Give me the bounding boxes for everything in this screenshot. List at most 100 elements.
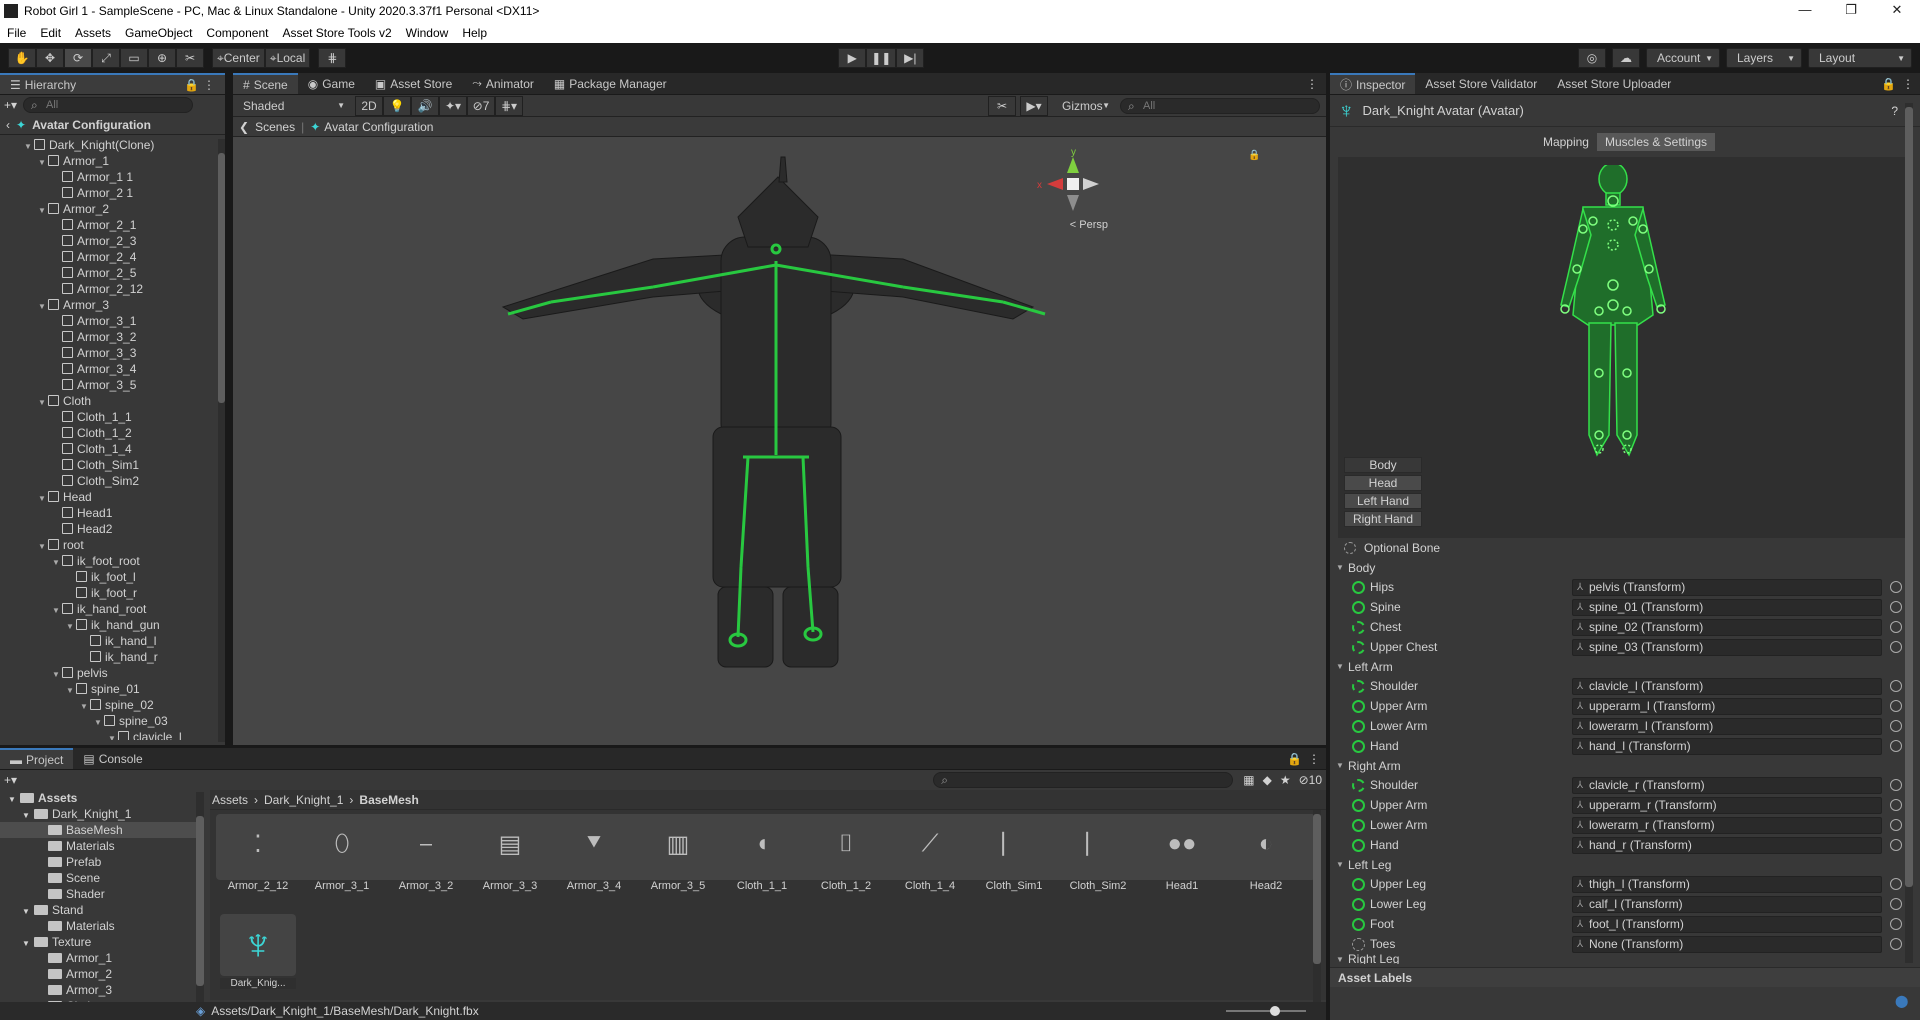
head-button[interactable]: Head (1344, 475, 1422, 491)
project-folder-item[interactable]: Armor_1 (0, 950, 200, 966)
object-picker-icon[interactable] (1890, 898, 1902, 910)
mesh-asset-thumb[interactable]: ⌷ (804, 814, 888, 874)
scene-menu-icon[interactable]: ⋮ (1306, 77, 1318, 91)
mesh-asset-thumb[interactable]: ▥ (636, 814, 720, 874)
hand-tool-icon[interactable]: ✋ (8, 48, 36, 68)
tab-package-manager[interactable]: ▦ Package Manager (544, 73, 677, 94)
hierarchy-item[interactable]: Cloth_1_2 (0, 425, 215, 441)
maximize-icon[interactable]: ❐ (1828, 0, 1874, 22)
pivot-center-button[interactable]: ⌖ Center (212, 48, 265, 68)
mesh-asset-thumb[interactable]: ⎸ (972, 814, 1056, 874)
collab-icon[interactable]: ◎ (1578, 48, 1606, 68)
slider-handle[interactable] (1270, 1006, 1280, 1016)
expand-arrow-icon[interactable]: ▼ (1336, 563, 1348, 572)
breadcrumb-basemesh[interactable]: BaseMesh (359, 793, 418, 807)
bone-group-header[interactable]: ▼ Body (1330, 558, 1920, 577)
project-folder-item[interactable]: Armor_2 (0, 966, 200, 982)
cloud-icon[interactable]: ☁ (1612, 48, 1640, 68)
tab-hierarchy[interactable]: ☰ Hierarchy 🔒 ⋮ (0, 73, 225, 94)
add-icon[interactable]: +▾ (4, 773, 17, 787)
gizmo-lock-icon[interactable]: 🔒 (1248, 150, 1260, 161)
hierarchy-item[interactable]: Armor_2_12 (0, 281, 215, 297)
object-picker-icon[interactable] (1890, 938, 1902, 950)
hierarchy-item[interactable]: Armor_3_2 (0, 329, 215, 345)
mesh-asset-label[interactable]: Head1 (1140, 880, 1224, 892)
mesh-asset-thumb[interactable]: ⁚ (216, 814, 300, 874)
breadcrumb-dark-knight[interactable]: Dark_Knight_1 (264, 793, 343, 807)
move-tool-icon[interactable]: ✥ (36, 48, 64, 68)
hierarchy-scrollbar[interactable] (218, 139, 225, 742)
hierarchy-item[interactable]: Cloth_1_1 (0, 409, 215, 425)
bone-transform-field[interactable]: hand_r (Transform) (1572, 836, 1882, 854)
bone-transform-field[interactable]: lowerarm_r (Transform) (1572, 816, 1882, 834)
scroll-thumb[interactable] (1313, 814, 1321, 964)
project-folder-item[interactable]: Prefab (0, 854, 200, 870)
minimize-icon[interactable]: — (1782, 0, 1828, 22)
object-picker-icon[interactable] (1890, 680, 1902, 692)
object-picker-icon[interactable] (1890, 918, 1902, 930)
project-search-input[interactable] (933, 772, 1234, 788)
mapping-tab[interactable]: Mapping (1534, 133, 1597, 151)
body-silhouette[interactable] (1543, 165, 1683, 465)
bone-transform-field[interactable]: upperarm_r (Transform) (1572, 796, 1882, 814)
hierarchy-item[interactable]: ▼ Head (0, 489, 215, 505)
bone-transform-field[interactable]: lowerarm_l (Transform) (1572, 717, 1882, 735)
hierarchy-item[interactable]: ▼ clavicle_l (0, 729, 215, 740)
object-picker-icon[interactable] (1890, 601, 1902, 613)
lighting-icon[interactable]: 💡 (383, 95, 411, 116)
account-dropdown[interactable]: Account (1646, 48, 1720, 68)
scroll-thumb[interactable] (1905, 107, 1913, 887)
hierarchy-item[interactable]: ▼ ik_hand_gun (0, 617, 215, 633)
pause-button[interactable]: ❚❚ (866, 48, 897, 68)
mesh-asset-thumb[interactable]: ⟋ (888, 814, 972, 874)
help-icon[interactable]: ? (1891, 104, 1898, 118)
projection-label[interactable]: < Persp (1048, 219, 1108, 231)
hierarchy-item[interactable]: Armor_3_5 (0, 377, 215, 393)
hidden-objects-icon[interactable]: ⊘ 7 (467, 95, 495, 116)
lock-icon[interactable]: 🔒 (1881, 77, 1896, 91)
lock-icon[interactable]: 🔒 (184, 78, 199, 92)
bone-group-header[interactable]: ▼ Right Arm (1330, 756, 1920, 775)
expand-arrow-icon[interactable]: ▼ (22, 936, 34, 952)
filter-type-icon[interactable]: ▦ (1243, 773, 1254, 787)
bone-transform-field[interactable]: None (Transform) (1572, 935, 1882, 953)
tools-icon[interactable]: ✂ (988, 95, 1016, 116)
expand-arrow-icon[interactable]: ▼ (22, 808, 34, 824)
tab-asset-store[interactable]: ▣ Asset Store (365, 73, 462, 94)
add-icon[interactable]: +▾ (4, 98, 17, 112)
tab-console[interactable]: ▤ Console (73, 748, 152, 769)
camera-icon[interactable]: ▶▾ (1020, 95, 1048, 116)
project-folder-item[interactable]: BaseMesh (0, 822, 200, 838)
hierarchy-item[interactable]: ▼ Armor_3 (0, 297, 215, 313)
menu-asset-store-tools[interactable]: Asset Store Tools v2 (275, 26, 398, 40)
project-tree-scrollbar[interactable] (196, 792, 204, 1008)
mesh-asset-label[interactable]: Armor_3_4 (552, 880, 636, 892)
hierarchy-item[interactable]: ▼ Armor_2 (0, 201, 215, 217)
menu-help[interactable]: Help (455, 26, 494, 40)
mesh-asset-label[interactable]: Cloth_Sim2 (1056, 880, 1140, 892)
project-folder-item[interactable]: Scene (0, 870, 200, 886)
project-folder-item[interactable]: ▼ Dark_Knight_1 (0, 806, 200, 822)
expand-arrow-icon[interactable]: ▼ (22, 904, 34, 920)
bone-transform-field[interactable]: spine_01 (Transform) (1572, 598, 1882, 616)
object-picker-icon[interactable] (1890, 799, 1902, 811)
inspector-scrollbar[interactable] (1905, 103, 1913, 963)
mesh-asset-thumb[interactable]: ⎸ (1056, 814, 1140, 874)
hierarchy-item[interactable]: ▼ root (0, 537, 215, 553)
bone-transform-field[interactable]: pelvis (Transform) (1572, 578, 1882, 596)
breadcrumb-assets[interactable]: Assets (212, 793, 248, 807)
thumbnail-size-slider[interactable] (1226, 1006, 1306, 1016)
asset-bundle-icon[interactable]: ⬤ (1895, 994, 1908, 1008)
close-icon[interactable]: ✕ (1874, 0, 1920, 22)
hierarchy-item[interactable]: ▼ ik_foot_root (0, 553, 215, 569)
project-scrollbar[interactable] (1313, 810, 1321, 1004)
menu-edit[interactable]: Edit (33, 26, 68, 40)
hierarchy-search-input[interactable]: All (23, 97, 194, 113)
mesh-asset-label[interactable]: Armor_3_3 (468, 880, 552, 892)
bone-transform-field[interactable]: calf_l (Transform) (1572, 895, 1882, 913)
hierarchy-item[interactable]: ik_foot_r (0, 585, 215, 601)
mesh-asset-label[interactable]: Cloth_1_1 (720, 880, 804, 892)
mesh-asset-thumb[interactable]: ⯆ (552, 814, 636, 874)
bone-transform-field[interactable]: foot_l (Transform) (1572, 915, 1882, 933)
mesh-asset-label[interactable]: Cloth_1_2 (804, 880, 888, 892)
